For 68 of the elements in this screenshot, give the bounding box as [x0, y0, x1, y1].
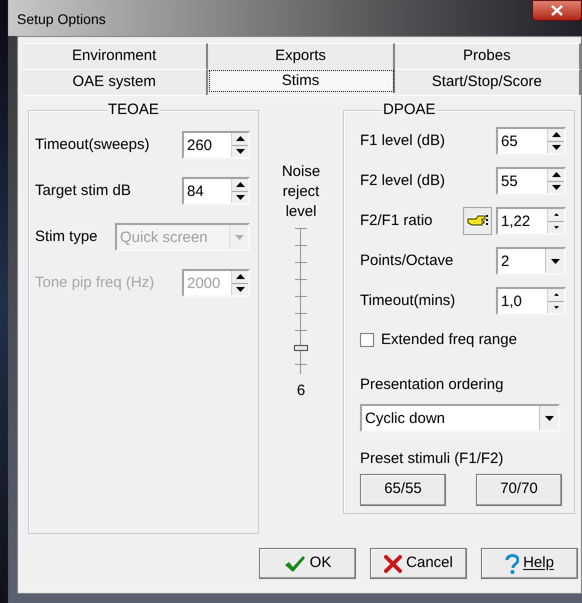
spin-field[interactable]: 84 — [182, 177, 250, 205]
spin-field[interactable]: 55 — [496, 167, 566, 195]
up-arrow-icon — [552, 172, 560, 178]
tab[interactable]: Probes — [394, 43, 581, 69]
tab[interactable]: Exports — [208, 43, 395, 69]
cross-icon — [384, 554, 402, 572]
preset-button[interactable]: 65/55 — [360, 474, 446, 506]
caret-icon — [550, 258, 560, 264]
up-arrow-icon — [554, 213, 558, 216]
spin-field[interactable]: 1,22 — [496, 207, 566, 235]
up-arrow-icon — [236, 274, 244, 280]
spin-buttons[interactable] — [231, 179, 248, 203]
field-label: Tone pip freq (Hz) — [35, 272, 154, 293]
tab[interactable]: OAE system — [22, 69, 208, 95]
spin-field[interactable]: 260 — [182, 131, 250, 159]
field-label: F2/F1 ratio — [360, 210, 433, 231]
up-arrow-icon — [236, 182, 244, 188]
slider-thumb[interactable] — [294, 344, 308, 351]
field-label: Target stim dB — [35, 180, 131, 201]
tab[interactable]: Stims — [208, 69, 395, 93]
up-arrow-icon — [552, 132, 560, 138]
field-label: Stim type — [35, 226, 98, 247]
spin-buttons[interactable] — [231, 133, 248, 157]
down-arrow-icon — [554, 226, 558, 229]
spin-field[interactable]: 1,0 — [496, 287, 566, 315]
tab[interactable]: Environment — [22, 43, 208, 69]
window-title: Setup Options — [17, 10, 106, 29]
pointing-hand-icon — [466, 214, 488, 228]
preset-button[interactable]: 70/70 — [476, 474, 562, 506]
caret-icon — [544, 416, 554, 420]
picker-button[interactable] — [463, 207, 492, 235]
field-label: F1 level (dB) — [360, 130, 446, 151]
caret-icon — [234, 234, 244, 240]
ok-button[interactable]: OK — [259, 548, 356, 579]
field-label: Timeout(mins) — [360, 290, 456, 311]
spin-buttons[interactable] — [547, 169, 564, 193]
spin-buttons[interactable] — [547, 209, 564, 233]
dropdown-button[interactable] — [545, 249, 564, 273]
spin-buttons[interactable] — [547, 289, 564, 313]
tab[interactable]: Start/Stop/Score — [394, 69, 581, 95]
down-arrow-icon — [236, 286, 244, 292]
field-label: Timeout(sweeps) — [35, 134, 150, 155]
down-arrow-icon — [552, 184, 560, 190]
ordering-label: Presentation ordering — [360, 374, 504, 394]
down-arrow-icon — [236, 194, 244, 200]
question-mark-icon — [505, 554, 520, 574]
up-arrow-icon — [236, 136, 244, 142]
field-label: Points/Octave — [360, 250, 454, 271]
close-icon — [551, 5, 563, 16]
spin-field[interactable]: 65 — [496, 127, 566, 155]
help-button[interactable]: Help — [481, 548, 578, 579]
dropdown-button[interactable] — [539, 406, 558, 430]
slider-value: 6 — [296, 381, 306, 401]
checkbox-label: Extended freq range — [381, 330, 517, 350]
up-arrow-icon — [554, 293, 558, 296]
dropdown-field[interactable]: Cyclic down — [360, 404, 560, 432]
slider-label: Noise reject level — [280, 162, 322, 222]
down-arrow-icon — [236, 148, 244, 154]
spin-buttons[interactable] — [547, 129, 564, 153]
down-arrow-icon — [554, 306, 558, 309]
field-label: F2 level (dB) — [360, 170, 446, 191]
check-icon — [284, 554, 306, 572]
cancel-button[interactable]: Cancel — [370, 548, 467, 579]
preset-label: Preset stimuli (F1/F2) — [360, 449, 504, 469]
down-arrow-icon — [552, 144, 560, 150]
checkbox[interactable] — [360, 333, 374, 348]
close-button[interactable] — [532, 0, 582, 21]
dropdown-field[interactable]: 2 — [496, 247, 566, 275]
